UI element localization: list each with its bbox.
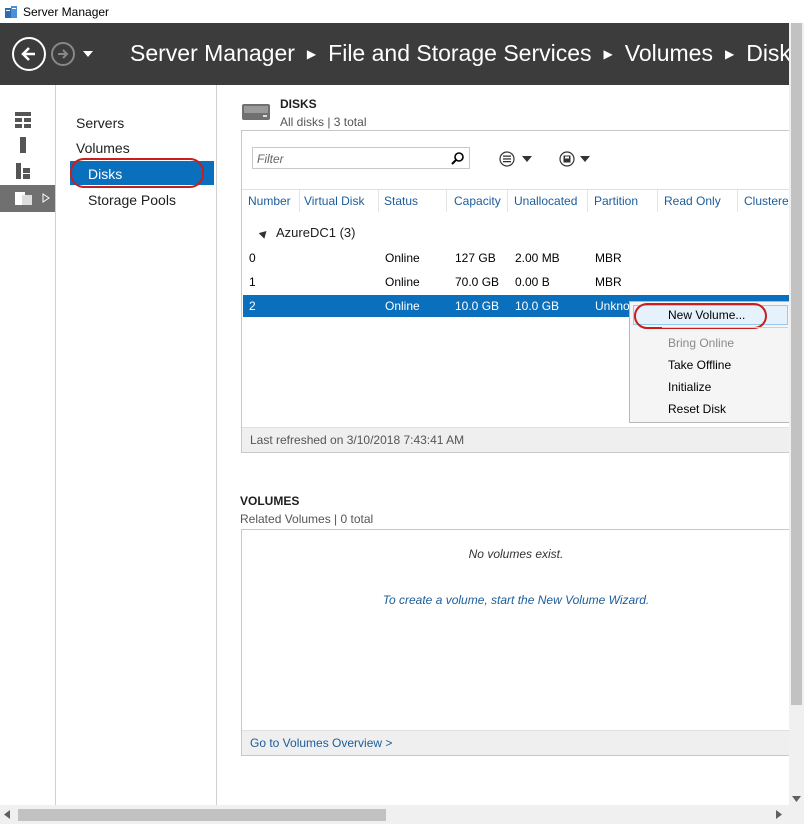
breadcrumb: Server Manager ▶ File and Storage Servic… [130, 40, 802, 67]
local-server-icon[interactable] [14, 136, 32, 154]
cell-unallocated: 0.00 B [515, 275, 550, 289]
filter-placeholder: Filter [257, 152, 284, 166]
content-area: DISKS All disks | 3 total Filter Number … [217, 85, 795, 805]
breadcrumb-volumes[interactable]: Volumes [625, 40, 713, 67]
expand-arrow-icon[interactable] [42, 193, 50, 203]
cell-capacity: 127 GB [455, 251, 496, 265]
column-unallocated[interactable]: Unallocated [514, 194, 577, 208]
list-view-icon [499, 151, 532, 167]
back-arrow-icon [21, 47, 35, 61]
collapse-triangle-icon[interactable] [258, 228, 270, 239]
scroll-right-arrow-icon[interactable] [776, 810, 782, 819]
server-manager-app-icon [5, 5, 17, 18]
menu-separator [662, 327, 788, 328]
disks-section-subtitle: All disks | 3 total [280, 115, 367, 129]
breadcrumb-separator-icon: ▶ [603, 46, 613, 61]
cell-capacity: 70.0 GB [455, 275, 500, 289]
breadcrumb-separator-icon: ▶ [724, 46, 735, 61]
column-divider [587, 190, 588, 212]
table-row[interactable]: 0 Online 127 GB 2.00 MB MBR [243, 247, 790, 269]
scroll-left-arrow-icon[interactable] [4, 810, 10, 819]
no-volumes-message: No volumes exist. [468, 547, 564, 561]
column-divider [507, 190, 508, 212]
highlight-ring [70, 158, 204, 188]
column-virtual-disk[interactable]: Virtual Disk [304, 194, 364, 208]
file-storage-rail-item[interactable] [0, 185, 55, 212]
table-row[interactable]: 1 Online 70.0 GB 0.00 B MBR [243, 271, 790, 293]
search-icon[interactable] [451, 151, 465, 165]
new-volume-wizard-link[interactable]: To create a volume, start the New Volume… [242, 593, 790, 607]
menu-item-initialize[interactable]: Initialize [668, 380, 711, 394]
cell-number: 2 [249, 299, 256, 313]
cell-number: 1 [249, 275, 256, 289]
volumes-overview-link[interactable]: Go to Volumes Overview > [250, 736, 392, 750]
header-bar: Server Manager ▶ File and Storage Servic… [0, 23, 802, 85]
context-menu: New Volume... Bring Online Take Offline … [629, 301, 789, 423]
dashboard-icon[interactable] [14, 111, 32, 129]
column-partition[interactable]: Partition [594, 194, 638, 208]
save-query-button[interactable] [558, 149, 598, 169]
highlight-ring [634, 303, 767, 329]
group-label: AzureDC1 (3) [276, 225, 356, 240]
all-servers-icon[interactable] [14, 162, 32, 180]
cell-unallocated: 2.00 MB [515, 251, 560, 265]
cell-status: Online [385, 299, 420, 313]
cell-status: Online [385, 275, 420, 289]
left-icon-rail [0, 85, 56, 805]
cell-partition: MBR [595, 251, 622, 265]
vertical-scrollbar[interactable] [789, 23, 804, 805]
forward-arrow-icon [58, 49, 69, 59]
server-group-header[interactable]: AzureDC1 (3) [258, 225, 356, 240]
window-title: Server Manager [23, 4, 110, 19]
column-capacity[interactable]: Capacity [454, 194, 501, 208]
volumes-section-subtitle: Related Volumes | 0 total [240, 512, 374, 526]
menu-item-bring-online: Bring Online [668, 336, 735, 350]
back-button[interactable] [12, 37, 46, 71]
breadcrumb-separator-icon: ▶ [306, 46, 317, 61]
nav-panel: Servers Volumes Disks Storage Pools [56, 85, 217, 805]
volumes-footer: Go to Volumes Overview > [242, 730, 790, 755]
horizontal-scrollbar-thumb[interactable] [18, 809, 386, 821]
menu-item-take-offline[interactable]: Take Offline [668, 358, 731, 372]
column-divider [378, 190, 379, 212]
breadcrumb-server-manager[interactable]: Server Manager [130, 40, 295, 67]
column-divider [299, 190, 300, 212]
volumes-section-title: VOLUMES [240, 494, 300, 508]
last-refreshed-text: Last refreshed on 3/10/2018 7:43:41 AM [250, 433, 465, 447]
column-divider [446, 190, 447, 212]
disk-drive-icon [242, 104, 270, 120]
vertical-scrollbar-thumb[interactable] [791, 23, 802, 705]
volumes-panel: No volumes exist. To create a volume, st… [241, 529, 790, 756]
column-number[interactable]: Number [248, 194, 291, 208]
column-divider [657, 190, 658, 212]
list-options-button[interactable] [498, 149, 538, 169]
window-titlebar: Server Manager [0, 0, 804, 23]
column-read-only[interactable]: Read Only [664, 194, 721, 208]
menu-item-reset-disk[interactable]: Reset Disk [668, 402, 726, 416]
save-icon [559, 151, 590, 167]
scroll-down-arrow-icon[interactable] [792, 796, 801, 802]
cell-status: Online [385, 251, 420, 265]
nav-item-volumes[interactable]: Volumes [76, 140, 130, 156]
column-clustered[interactable]: Clustered [744, 194, 795, 208]
cell-number: 0 [249, 251, 256, 265]
breadcrumb-file-storage[interactable]: File and Storage Services [328, 40, 591, 67]
nav-item-storage-pools[interactable]: Storage Pools [88, 192, 176, 208]
column-divider [737, 190, 738, 212]
table-header: Number Virtual Disk Status Capacity Unal… [242, 189, 795, 214]
horizontal-scrollbar[interactable] [0, 805, 804, 824]
disks-section-title: DISKS [280, 97, 317, 111]
cell-capacity: 10.0 GB [455, 299, 500, 313]
column-status[interactable]: Status [384, 194, 418, 208]
nav-item-servers[interactable]: Servers [76, 115, 124, 131]
filter-input[interactable]: Filter [252, 147, 470, 169]
forward-button[interactable] [51, 42, 75, 66]
refresh-status-bar: Last refreshed on 3/10/2018 7:43:41 AM [242, 427, 790, 452]
cell-partition: MBR [595, 275, 622, 289]
history-dropdown-icon[interactable] [82, 49, 94, 59]
file-storage-icon [15, 192, 32, 205]
cell-unallocated: 10.0 GB [515, 299, 560, 313]
